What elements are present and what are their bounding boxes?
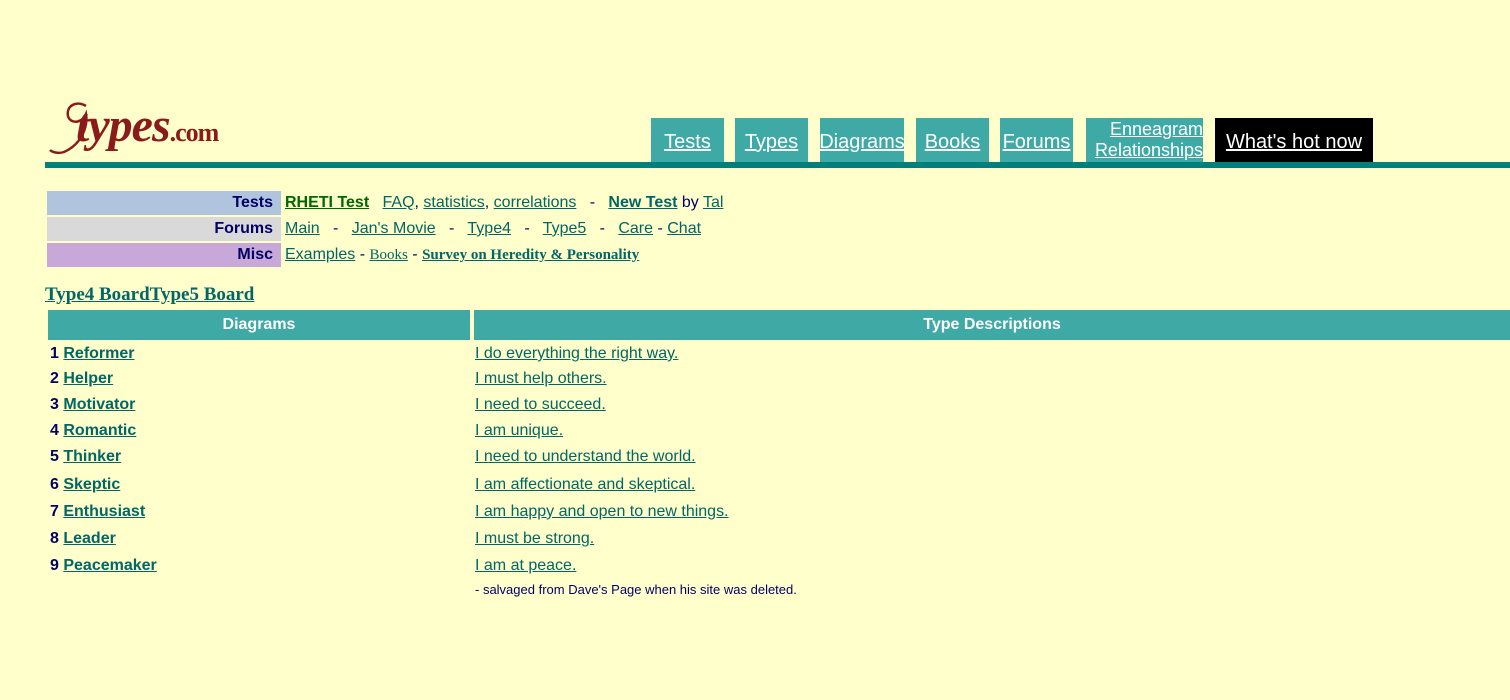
type-link[interactable]: Motivator <box>63 396 135 413</box>
tab-enneagram-relationships[interactable]: Enneagram Relationships <box>1086 118 1203 162</box>
logo-wordmark: types.com <box>76 98 220 153</box>
subnav-misc-label: Misc <box>47 243 281 267</box>
forum-type5-link[interactable]: Type5 <box>543 220 587 237</box>
tab-diagrams[interactable]: Diagrams <box>819 118 905 162</box>
tab-forums[interactable]: Forums <box>1000 118 1073 162</box>
tab-books[interactable]: Books <box>916 118 989 162</box>
site-logo[interactable]: types.com <box>46 96 306 160</box>
tal-link[interactable]: Tal <box>703 194 723 211</box>
forum-chat-link[interactable]: Chat <box>667 220 701 237</box>
type-link[interactable]: Peacemaker <box>63 557 156 574</box>
tab-tests[interactable]: Tests <box>651 118 724 162</box>
logo-tld: .com <box>169 118 220 147</box>
examples-link[interactable]: Examples <box>285 246 355 263</box>
rheti-test-link[interactable]: RHETI Test <box>285 194 369 211</box>
tab-whats-hot[interactable]: What's hot now <box>1215 118 1373 162</box>
type-description-link[interactable]: I must be strong. <box>475 530 594 548</box>
dash-sep: - <box>599 220 605 237</box>
salvaged-note: - salvaged from Dave's Page when his sit… <box>475 582 797 597</box>
type-link[interactable]: Enthusiast <box>63 503 145 520</box>
new-test-link[interactable]: New Test <box>608 194 677 211</box>
type-link[interactable]: Thinker <box>63 448 121 465</box>
row-number: 6 <box>50 476 59 493</box>
type-descriptions-header: Type Descriptions <box>474 310 1510 340</box>
type-description-link[interactable]: I must help others. <box>475 370 607 388</box>
type-link[interactable]: Skeptic <box>63 476 120 493</box>
dash-sep: - <box>333 220 339 237</box>
header-rule <box>45 162 1510 168</box>
comma-sep: , <box>414 194 419 211</box>
type-description-link[interactable]: I am at peace. <box>475 557 576 575</box>
table-row: 5 Thinker <box>50 448 121 466</box>
dash-sep: - <box>449 220 455 237</box>
table-row: 3 Motivator <box>50 396 135 414</box>
table-row: 9 Peacemaker <box>50 557 157 575</box>
subnav-forums: Forums Main - Jan's Movie - Type4 - Type… <box>47 217 701 241</box>
table-row: 7 Enthusiast <box>50 503 145 521</box>
by-text: by <box>681 194 699 211</box>
table-row: 1 Reformer <box>50 345 135 363</box>
misc-books-link[interactable]: Books <box>369 247 407 263</box>
subnav-misc-links: Examples - Books - Survey on Heredity & … <box>281 246 639 264</box>
row-number: 9 <box>50 557 59 574</box>
row-number: 7 <box>50 503 59 520</box>
type-description-link[interactable]: I do everything the right way. <box>475 345 678 363</box>
type-description-link[interactable]: I am affectionate and skeptical. <box>475 476 695 494</box>
table-row: 8 Leader <box>50 530 116 548</box>
forum-jans-movie-link[interactable]: Jan's Movie <box>352 220 436 237</box>
correlations-link[interactable]: correlations <box>494 194 577 211</box>
type-link[interactable]: Helper <box>63 370 113 387</box>
diagrams-header: Diagrams <box>48 310 470 340</box>
board-title-link[interactable]: Type4 BoardType5 Board <box>45 284 254 306</box>
row-number: 8 <box>50 530 59 547</box>
forum-care-link[interactable]: Care <box>618 220 653 237</box>
row-number: 4 <box>50 422 59 439</box>
type-description-link[interactable]: I am happy and open to new things. <box>475 503 729 521</box>
statistics-link[interactable]: statistics <box>423 194 484 211</box>
subnav-tests: Tests RHETI Test FAQ, statistics, correl… <box>47 191 723 215</box>
subnav-tests-label: Tests <box>47 191 281 215</box>
faq-link[interactable]: FAQ <box>383 194 415 211</box>
type-link[interactable]: Reformer <box>63 345 134 362</box>
table-row: 6 Skeptic <box>50 476 120 494</box>
row-number: 2 <box>50 370 59 387</box>
subnav-forums-links: Main - Jan's Movie - Type4 - Type5 - Car… <box>281 220 701 238</box>
subnav-misc: Misc Examples - Books - Survey on Heredi… <box>47 243 639 267</box>
type-description-link[interactable]: I need to understand the world. <box>475 448 696 466</box>
row-number: 5 <box>50 448 59 465</box>
forum-type4-link[interactable]: Type4 <box>467 220 511 237</box>
logo-brand: types <box>76 99 171 152</box>
dash-sep: - <box>589 194 596 211</box>
survey-link[interactable]: Survey on Heredity & Personality <box>422 247 639 263</box>
dash-sep: - <box>657 220 663 237</box>
tab-types[interactable]: Types <box>735 118 808 162</box>
type-link[interactable]: Leader <box>63 530 115 547</box>
table-row: 2 Helper <box>50 370 113 388</box>
table-row: 4 Romantic <box>50 422 136 440</box>
tab-enneagram-line2: Relationships <box>1094 140 1203 160</box>
comma-sep: , <box>484 194 490 211</box>
row-number: 1 <box>50 345 59 362</box>
tab-enneagram-line1: Enneagram <box>1109 119 1203 139</box>
dash-sep: - <box>412 246 418 263</box>
row-number: 3 <box>50 396 59 413</box>
type-description-link[interactable]: I need to succeed. <box>475 396 606 414</box>
dash-sep: - <box>359 246 366 263</box>
type-description-link[interactable]: I am unique. <box>475 422 563 440</box>
forum-main-link[interactable]: Main <box>285 220 320 237</box>
dash-sep: - <box>524 220 530 237</box>
subnav-forums-label: Forums <box>47 217 281 241</box>
type-link[interactable]: Romantic <box>63 422 136 439</box>
subnav-tests-links: RHETI Test FAQ, statistics, correlations… <box>281 194 723 212</box>
